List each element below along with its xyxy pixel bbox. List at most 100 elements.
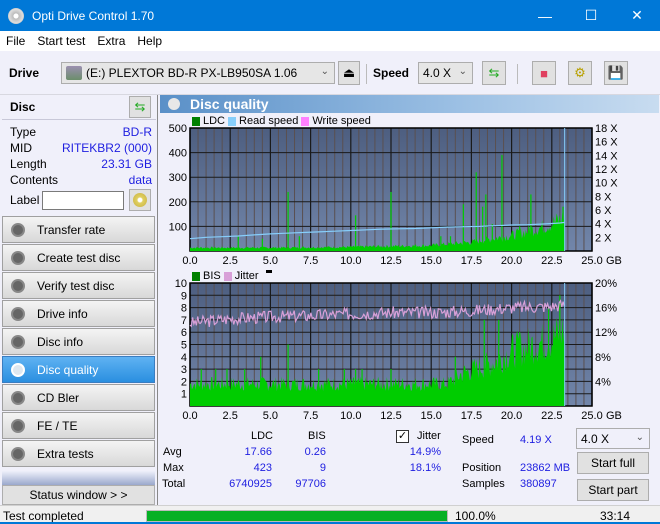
transfer-rate-icon	[11, 222, 25, 237]
extra-tests-icon	[11, 446, 25, 461]
cd-bler-icon	[11, 390, 25, 405]
close-button[interactable]: ✕	[614, 0, 660, 31]
x-tick-label: 20.0	[501, 255, 522, 267]
nav-verify-test-disc[interactable]: Verify test disc	[2, 272, 155, 299]
menu-start-test[interactable]: Start test	[31, 34, 91, 48]
nav-disc-quality[interactable]: Disc quality	[2, 356, 155, 383]
nav-label: Create test disc	[37, 250, 121, 265]
x-tick-label: 15.0	[420, 255, 441, 267]
x-tick-label: 5.0	[263, 255, 278, 267]
refresh-icon: ⇆	[488, 65, 500, 80]
nav-create-test-disc[interactable]: Create test disc	[2, 244, 155, 271]
nav-label: Disc info	[37, 334, 84, 349]
samples-label: Samples	[462, 478, 505, 490]
bis-chart: 10987654321 20% 16% 12% 8% 4% 0.0 2.5 5.0 7.5 10.0…	[175, 278, 622, 422]
fe-te-icon	[11, 418, 25, 433]
sidebar-filler	[2, 471, 155, 485]
menu-help[interactable]: Help	[131, 34, 168, 48]
disc-quality-icon	[168, 98, 180, 110]
y-tick-label-left: 1	[181, 389, 187, 401]
samples-value: 380897	[520, 478, 557, 490]
start-part-button[interactable]: Start part	[577, 479, 649, 501]
stats-total-label: Total	[162, 478, 186, 490]
disc-mid-value: RITEKBR2 (000)	[61, 141, 152, 155]
y-tick-label-left: 100	[169, 221, 187, 233]
y-tick-label-right: 20%	[595, 278, 617, 290]
title-bar: Opti Drive Control 1.70 — ☐ ✕	[0, 0, 660, 31]
y-tick-label-right: 14 X	[595, 150, 618, 162]
speed-select-value: 4.0 X	[423, 66, 452, 80]
menu-file[interactable]: File	[0, 34, 31, 48]
disc-refresh-button[interactable]: ⇆	[129, 96, 151, 118]
x-tick-label: 2.5	[223, 255, 238, 267]
nav-drive-info[interactable]: Drive info	[2, 300, 155, 327]
y-tick-label-right: 8%	[595, 352, 611, 364]
nav-disc-info[interactable]: Disc info	[2, 328, 155, 355]
eject-button[interactable]: ⏏	[338, 61, 360, 85]
legend-marker	[265, 270, 272, 273]
erase-icon: ■	[540, 65, 548, 81]
x-tick-label: 17.5	[461, 255, 482, 267]
x-tick-label: 12.5	[380, 410, 401, 422]
maximize-button[interactable]: ☐	[568, 0, 614, 31]
stats-col-bis: BIS	[308, 430, 326, 442]
minimize-button[interactable]: —	[522, 0, 568, 31]
y-tick-label-right: 16%	[595, 303, 617, 315]
y-tick-label-left: 400	[169, 148, 187, 160]
disc-label-input[interactable]	[42, 191, 124, 210]
y-tick-label-right: 4 X	[595, 219, 612, 231]
progress-bar	[146, 510, 448, 522]
menu-extra[interactable]: Extra	[91, 34, 131, 48]
y-tick-label-left: 2	[181, 376, 187, 388]
y-tick-label-right: 16 X	[595, 137, 618, 149]
jitter-checkbox[interactable]: ✓	[396, 430, 409, 443]
speed-select[interactable]: 4.0 X ⌄	[418, 62, 473, 84]
disc-quality-icon	[11, 362, 25, 377]
stats-total-bis: 97706	[295, 478, 326, 490]
nav-label: FE / TE	[37, 418, 78, 433]
speed-label: Speed	[462, 434, 494, 446]
nav-extra-tests[interactable]: Extra tests	[2, 440, 155, 467]
test-speed-select[interactable]: 4.0 X ⌄	[576, 428, 650, 449]
start-full-button[interactable]: Start full	[577, 452, 649, 474]
separator	[366, 64, 367, 84]
save-button[interactable]: 💾	[604, 61, 628, 85]
stats-avg-label: Avg	[163, 446, 182, 458]
x-tick-label: 0.0	[182, 255, 197, 267]
erase-button[interactable]: ■	[532, 61, 556, 85]
position-label: Position	[462, 462, 502, 474]
x-tick-label: 25.0	[581, 410, 602, 422]
drive-select[interactable]: (E:) PLEXTOR BD-R PX-LB950SA 1.06 ⌄	[61, 62, 335, 84]
x-tick-label: 22.5	[541, 255, 562, 267]
separator	[517, 64, 518, 84]
stats-avg-jitter: 14.9%	[409, 446, 441, 458]
drive-label: Drive	[9, 66, 40, 80]
nav-label: Verify test disc	[37, 278, 115, 293]
disc-contents-label: Contents	[10, 173, 59, 187]
status-text: Test completed	[3, 509, 84, 523]
y-tick-label-right: 2 X	[595, 232, 612, 244]
progress-label: 100.0%	[455, 509, 496, 523]
y-tick-label-left: 4	[181, 352, 187, 364]
nav-transfer-rate[interactable]: Transfer rate	[2, 216, 155, 243]
nav-fe-te[interactable]: FE / TE	[2, 412, 155, 439]
stats-col-ldc: LDC	[251, 430, 274, 442]
y-tick-label-left: 8	[181, 303, 187, 315]
y-tick-label-left: 6	[181, 327, 187, 339]
y-tick-label-left: 9	[181, 290, 187, 302]
drive-info-icon	[11, 306, 25, 321]
settings-button[interactable]: ⚙	[568, 61, 592, 85]
stats-max-label: Max	[163, 462, 184, 474]
status-window-button[interactable]: Status window > >	[2, 485, 155, 505]
nav-cd-bler[interactable]: CD Bler	[2, 384, 155, 411]
refresh-button[interactable]: ⇆	[482, 61, 506, 85]
disc-label-button[interactable]	[129, 189, 151, 211]
y-tick-label-right: 18 X	[595, 123, 618, 135]
disc-panel: Disc ⇆ Type BD-R MID RITEKBR2 (000) Length…	[2, 95, 156, 215]
disc-contents-value: data	[128, 173, 152, 187]
save-icon: 💾	[607, 65, 625, 80]
x-tick-label: 12.5	[380, 255, 401, 267]
chevron-down-icon: ⌄	[458, 66, 467, 77]
disc-type-value: BD-R	[122, 125, 152, 139]
x-tick-label: 2.5	[223, 410, 238, 422]
